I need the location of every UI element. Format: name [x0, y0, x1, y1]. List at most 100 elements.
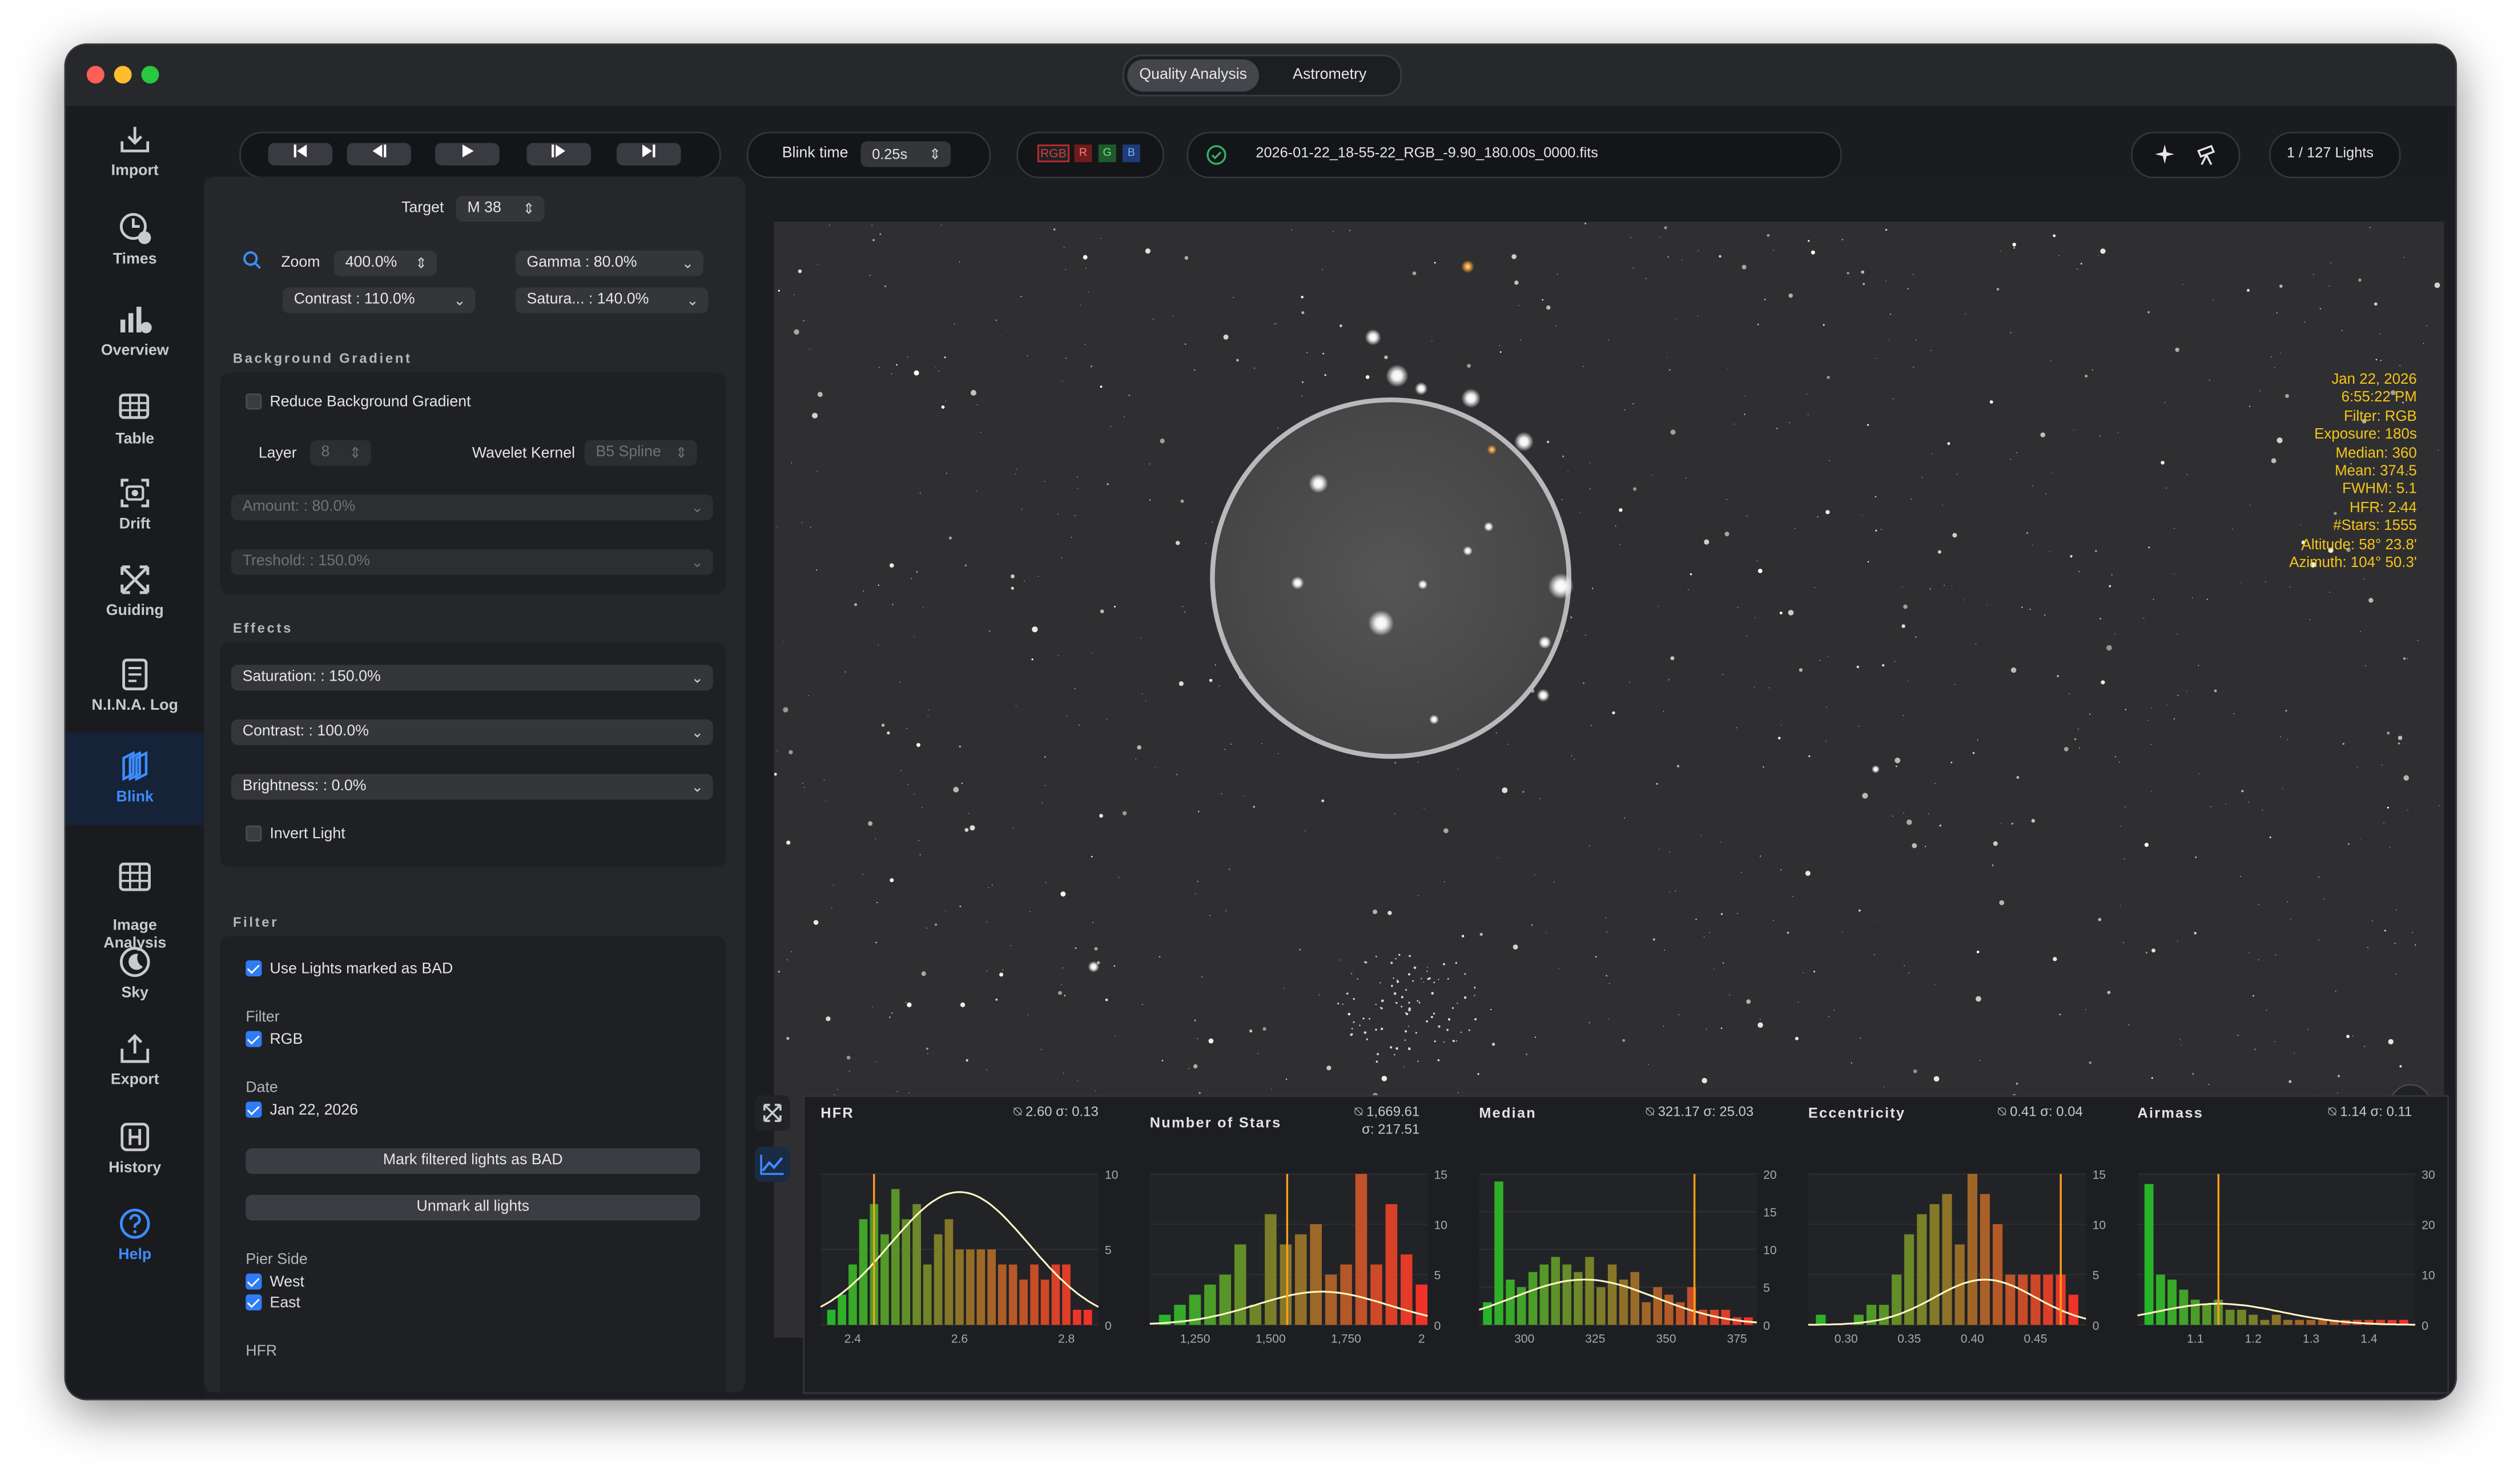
star: [2021, 606, 2023, 608]
sidebar-item-overview[interactable]: Overview: [66, 302, 204, 360]
star: [1197, 880, 1198, 882]
saturation-dropdown[interactable]: Satura... : 140.0% ⌄: [515, 287, 709, 313]
channel-r[interactable]: R: [1074, 144, 1092, 163]
star: [914, 370, 919, 376]
expand-charts-button[interactable]: [754, 1095, 790, 1131]
sidebar-item-sky[interactable]: Sky: [66, 944, 204, 1002]
star: [2209, 379, 2210, 381]
telescope-icon[interactable]: [2195, 143, 2218, 166]
invert-light-checkbox[interactable]: [246, 825, 262, 842]
star: [1746, 999, 1751, 1004]
cluster-star: [1474, 995, 1475, 996]
star: [810, 526, 811, 528]
contrast-dropdown[interactable]: Contrast : 110.0% ⌄: [283, 287, 476, 313]
star: [1787, 931, 1789, 934]
first-frame-button[interactable]: [268, 143, 333, 166]
star: [1015, 705, 1017, 707]
mark-bad-button[interactable]: Mark filtered lights as BAD: [246, 1148, 701, 1174]
star: [1567, 471, 1568, 472]
tab-quality-analysis[interactable]: Quality Analysis: [1127, 59, 1259, 92]
wavelet-select[interactable]: B5 Spline ⇕: [584, 440, 697, 466]
use-bad-label: Use Lights marked as BAD: [270, 960, 453, 978]
magnifier-loupe[interactable]: [1210, 397, 1572, 759]
channel-rgb[interactable]: RGB: [1037, 144, 1070, 163]
star: [826, 1016, 831, 1021]
reduce-bg-checkbox[interactable]: [246, 393, 262, 410]
sidebar-item-history[interactable]: History: [66, 1119, 204, 1177]
zoom-stepper[interactable]: 400.0% ⇕: [334, 250, 437, 276]
star: [2125, 806, 2126, 807]
star: [2192, 1073, 2194, 1075]
sidebar-item-table[interactable]: Table: [66, 390, 204, 448]
effects-contrast-dropdown[interactable]: Contrast: : 100.0% ⌄: [231, 719, 713, 745]
cluster-star: [1430, 1016, 1433, 1019]
next-frame-button[interactable]: [526, 143, 591, 166]
previous-frame-button[interactable]: [347, 143, 411, 166]
sidebar-item-times[interactable]: Times: [66, 210, 204, 268]
histogram-bar: [2043, 1274, 2053, 1325]
star: [837, 1089, 838, 1090]
playback-controls: [239, 131, 721, 179]
effects-brightness-dropdown[interactable]: Brightness: : 0.0% ⌄: [231, 774, 713, 800]
unmark-all-button[interactable]: Unmark all lights: [246, 1195, 701, 1221]
channel-g[interactable]: G: [1098, 144, 1116, 163]
star: [1996, 288, 2000, 291]
sidebar-item-blink[interactable]: Blink: [66, 732, 204, 826]
star: [1847, 272, 1849, 275]
charts-toggle-button[interactable]: [754, 1147, 790, 1182]
chevron-down-icon: ⌄: [691, 554, 703, 570]
star: [1520, 339, 1521, 340]
star: [1609, 983, 1610, 984]
play-button[interactable]: [435, 143, 500, 166]
star: [1720, 1027, 1723, 1029]
sidebar-item-import[interactable]: Import: [66, 122, 204, 180]
star: [1757, 568, 1763, 573]
histogram-bar: [1562, 1264, 1572, 1325]
filter-rgb-checkbox[interactable]: [246, 1031, 262, 1047]
sidebar-item-drift[interactable]: Drift: [66, 476, 204, 533]
layer-stepper[interactable]: 8 ⇕: [309, 440, 371, 466]
histogram-bar: [1062, 1264, 1071, 1325]
sidebar-item-image-analysis[interactable]: Image Analysis: [66, 842, 204, 952]
star: [2194, 932, 2197, 935]
minimize-window-button[interactable]: [114, 66, 132, 84]
gamma-dropdown[interactable]: Gamma : 80.0% ⌄: [515, 250, 703, 276]
star: [2363, 578, 2364, 580]
star: [1989, 400, 1993, 404]
star: [1698, 250, 1699, 251]
effects-saturation-dropdown[interactable]: Saturation: : 150.0% ⌄: [231, 665, 713, 691]
star: [829, 224, 830, 226]
zoom-window-button[interactable]: [141, 66, 159, 84]
sidebar-item-guiding[interactable]: Guiding: [66, 562, 204, 620]
date-checkbox[interactable]: [246, 1101, 262, 1118]
use-bad-checkbox[interactable]: [246, 960, 262, 976]
pier-east-checkbox[interactable]: [246, 1294, 262, 1310]
sidebar-item-export[interactable]: Export: [66, 1031, 204, 1089]
histogram-bar: [2248, 1314, 2258, 1325]
target-select[interactable]: M 38 ⇕: [456, 196, 545, 222]
histogram-bar: [944, 1219, 954, 1325]
last-frame-button[interactable]: [617, 143, 681, 166]
close-window-button[interactable]: [86, 66, 104, 84]
tab-astrometry[interactable]: Astrometry: [1265, 59, 1394, 91]
channel-b[interactable]: B: [1122, 144, 1140, 163]
pier-west-checkbox[interactable]: [246, 1273, 262, 1290]
star: [1632, 267, 1634, 268]
star: [2206, 598, 2208, 600]
star: [1862, 793, 1868, 799]
star: [2369, 227, 2371, 228]
amount-dropdown[interactable]: Amount: : 80.0% ⌄: [231, 494, 713, 521]
star: [2252, 995, 2254, 997]
star: [1348, 1012, 1350, 1016]
sparkle-icon[interactable]: [2154, 143, 2176, 165]
sidebar-item-nina-log[interactable]: N.I.N.A. Log: [66, 657, 204, 715]
sidebar-item-help[interactable]: Help: [66, 1206, 204, 1264]
star: [870, 275, 871, 276]
star: [1236, 359, 1239, 362]
blink-time-stepper[interactable]: 0.25s ⇕: [860, 141, 951, 167]
target-value: M 38: [467, 199, 501, 217]
star: [1615, 525, 1616, 527]
search-icon[interactable]: [243, 251, 262, 270]
threshold-dropdown[interactable]: Treshold: : 150.0% ⌄: [231, 549, 713, 575]
star: [1992, 864, 1994, 866]
